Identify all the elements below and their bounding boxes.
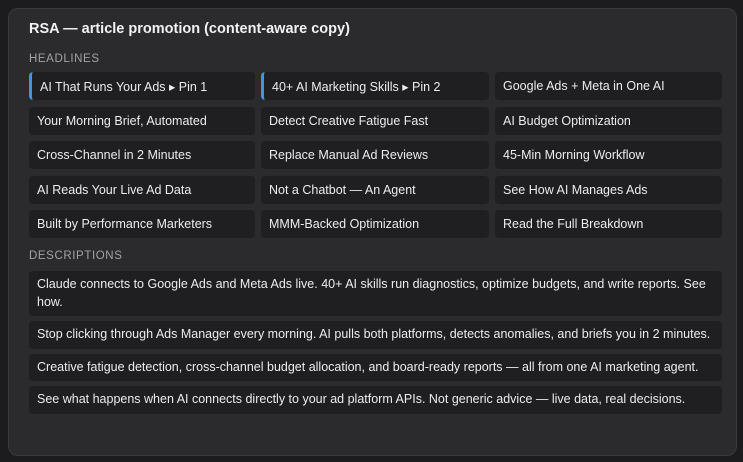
- headline-item[interactable]: AI That Runs Your Ads ▸ Pin 1: [29, 72, 255, 100]
- headline-item[interactable]: AI Reads Your Live Ad Data: [29, 175, 255, 204]
- headlines-grid: AI That Runs Your Ads ▸ Pin 1 40+ AI Mar…: [29, 72, 722, 238]
- description-item[interactable]: See what happens when AI connects direct…: [29, 386, 722, 414]
- headline-item[interactable]: Google Ads + Meta in One AI: [495, 72, 722, 100]
- headline-item[interactable]: Your Morning Brief, Automated: [29, 106, 255, 135]
- panel-title: RSA — article promotion (content-aware c…: [29, 21, 350, 37]
- headline-item[interactable]: Replace Manual Ad Reviews: [261, 141, 489, 169]
- headline-item[interactable]: Read the Full Breakdown: [495, 210, 722, 238]
- headline-item[interactable]: 45-Min Morning Workflow: [495, 141, 722, 169]
- description-item[interactable]: Claude connects to Google Ads and Meta A…: [29, 271, 722, 316]
- headline-item[interactable]: MMM-Backed Optimization: [261, 210, 489, 238]
- headline-item[interactable]: Cross-Channel in 2 Minutes: [29, 141, 255, 169]
- headline-item[interactable]: Not a Chatbot — An Agent: [261, 175, 489, 204]
- rsa-panel: RSA — article promotion (content-aware c…: [8, 8, 737, 456]
- descriptions-list: Claude connects to Google Ads and Meta A…: [29, 271, 722, 419]
- headline-item[interactable]: Detect Creative Fatigue Fast: [261, 106, 489, 135]
- description-item[interactable]: Creative fatigue detection, cross-channe…: [29, 353, 722, 381]
- description-item[interactable]: Stop clicking through Ads Manager every …: [29, 321, 722, 349]
- headline-item[interactable]: See How AI Manages Ads: [495, 175, 722, 204]
- descriptions-label: DESCRIPTIONS: [29, 250, 123, 262]
- headline-item[interactable]: AI Budget Optimization: [495, 106, 722, 135]
- headlines-label: HEADLINES: [29, 53, 100, 65]
- headline-item[interactable]: 40+ AI Marketing Skills ▸ Pin 2: [261, 72, 489, 100]
- headline-item[interactable]: Built by Performance Marketers: [29, 210, 255, 238]
